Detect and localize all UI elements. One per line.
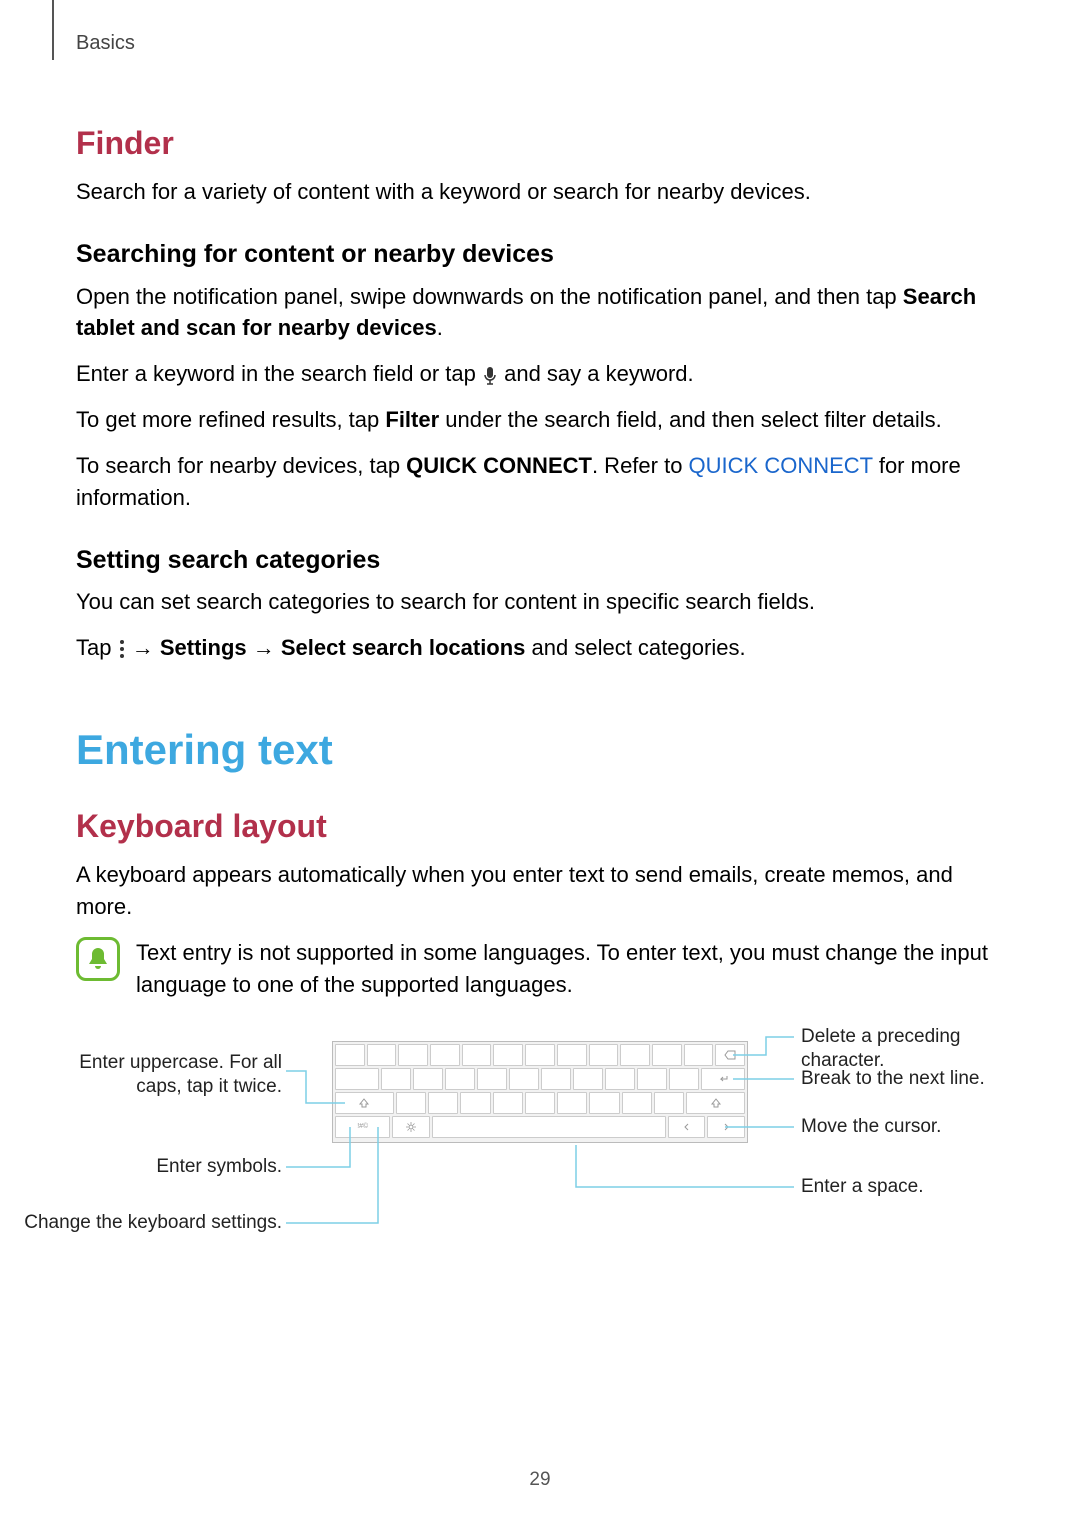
keyboard-diagram: !#© Enter uppercase. For all caps, tap i…	[76, 1025, 1006, 1285]
space-key	[432, 1116, 666, 1138]
cursor-left-key	[668, 1116, 706, 1138]
heading-finder: Finder	[76, 120, 1006, 166]
text: Tap	[76, 635, 118, 660]
heading-searching: Searching for content or nearby devices	[76, 236, 1006, 272]
text: To search for nearby devices, tap	[76, 453, 406, 478]
text: . Refer to	[592, 453, 689, 478]
more-options-icon	[120, 640, 124, 658]
finder-p4: To search for nearby devices, tap QUICK …	[76, 450, 1006, 514]
finder-p2: Enter a keyword in the search field or t…	[76, 358, 1006, 390]
breadcrumb: Basics	[76, 32, 135, 55]
shift-key	[686, 1092, 745, 1114]
keyboard-p1: A keyboard appears automatically when yo…	[76, 859, 1006, 923]
text-bold: Settings	[160, 635, 247, 660]
keyboard-illustration: !#©	[332, 1041, 748, 1143]
text: To get more refined results, tap	[76, 407, 385, 432]
callout-enter: Break to the next line.	[801, 1067, 985, 1091]
callout-symbols: Enter symbols.	[60, 1155, 282, 1179]
quick-connect-link[interactable]: QUICK CONNECT	[689, 453, 873, 478]
symbols-key: !#©	[335, 1116, 390, 1138]
settings-key	[392, 1116, 430, 1138]
enter-key	[701, 1068, 745, 1090]
text: and select categories.	[525, 635, 745, 660]
microphone-icon	[482, 366, 498, 386]
text: Enter a keyword in the search field or t…	[76, 361, 482, 386]
note-bell-icon	[76, 937, 120, 981]
finder-p3: To get more refined results, tap Filter …	[76, 404, 1006, 436]
page-content: Finder Search for a variety of content w…	[76, 100, 1006, 1285]
heading-categories: Setting search categories	[76, 542, 1006, 578]
categories-p2: Tap → Settings → Select search locations…	[76, 632, 1006, 664]
text: →	[247, 635, 281, 660]
categories-p1: You can set search categories to search …	[76, 586, 1006, 618]
callout-shift: Enter uppercase. For all caps, tap it tw…	[60, 1051, 282, 1099]
callout-backspace: Delete a preceding character.	[801, 1025, 1006, 1073]
heading-keyboard-layout: Keyboard layout	[76, 803, 1006, 849]
finder-intro: Search for a variety of content with a k…	[76, 176, 1006, 208]
callout-space: Enter a space.	[801, 1175, 924, 1199]
text: .	[437, 315, 443, 340]
callout-settings: Change the keyboard settings.	[20, 1211, 282, 1235]
note-callout: Text entry is not supported in some lang…	[76, 937, 1006, 1001]
note-text: Text entry is not supported in some lang…	[136, 937, 1006, 1001]
text-bold: QUICK CONNECT	[406, 453, 592, 478]
backspace-key	[715, 1044, 745, 1066]
header-rule	[52, 0, 54, 60]
shift-key	[335, 1092, 394, 1114]
cursor-right-key	[707, 1116, 745, 1138]
finder-p1: Open the notification panel, swipe downw…	[76, 281, 1006, 345]
text: and say a keyword.	[498, 361, 694, 386]
heading-entering-text: Entering text	[76, 720, 1006, 781]
page-number: 29	[0, 1469, 1080, 1491]
text-bold: Select search locations	[281, 635, 526, 660]
callout-cursor: Move the cursor.	[801, 1115, 941, 1139]
text: →	[126, 635, 160, 660]
text: under the search field, and then select …	[439, 407, 942, 432]
text-bold: Filter	[385, 407, 439, 432]
text: Open the notification panel, swipe downw…	[76, 284, 903, 309]
